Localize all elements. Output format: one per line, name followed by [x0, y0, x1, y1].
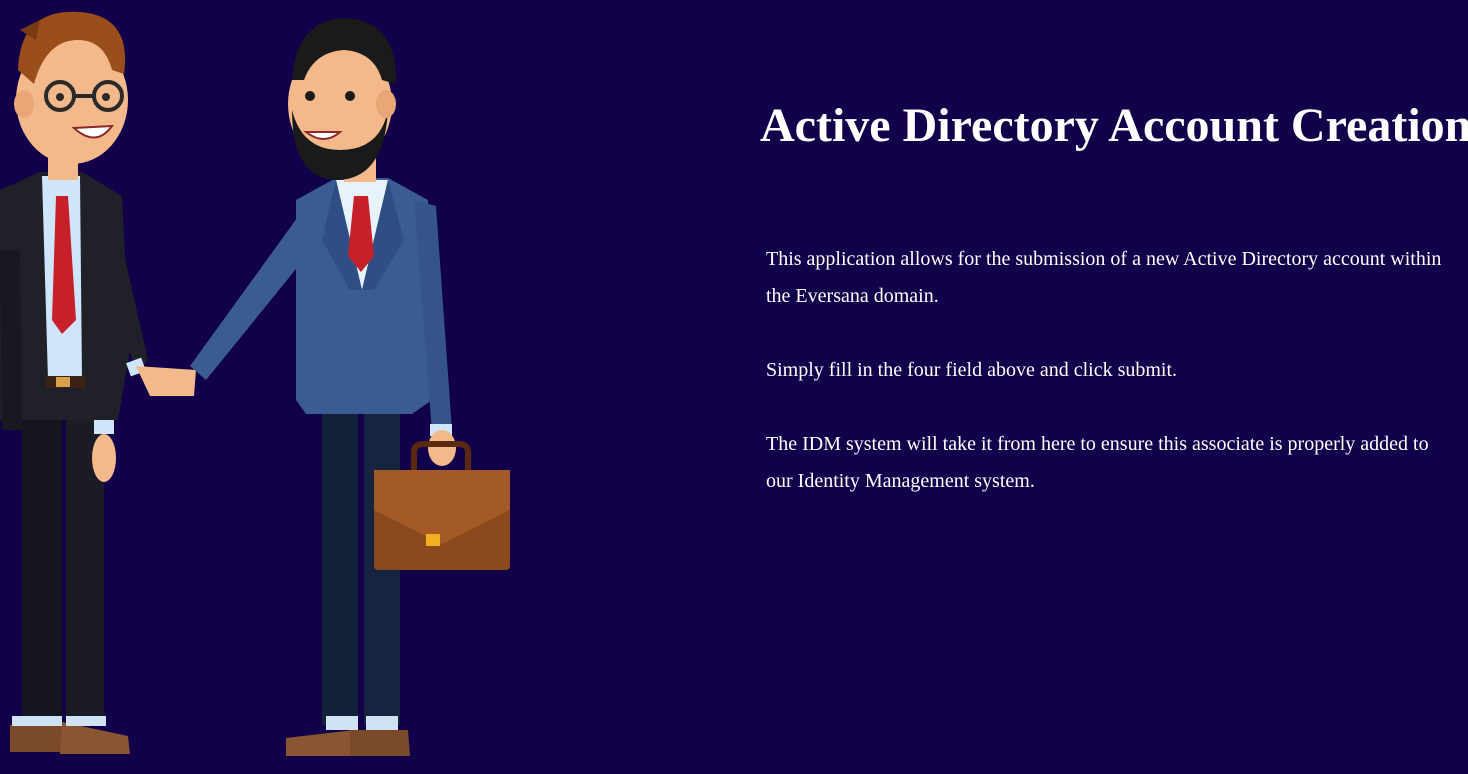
description-block: This application allows for the submissi…: [766, 241, 1446, 537]
description-paragraph-idm: The IDM system will take it from here to…: [766, 433, 1429, 492]
page-title: Active Directory Account Creation: [760, 99, 1468, 153]
description-paragraph-intro: This application allows for the submissi…: [766, 248, 1442, 307]
businessmen-handshake-icon: [0, 11, 510, 756]
description-paragraph-instructions: Simply fill in the four field above and …: [766, 359, 1178, 381]
handshake-illustration: [0, 0, 620, 774]
page-root: Active Directory Account Creation This a…: [0, 0, 1468, 774]
